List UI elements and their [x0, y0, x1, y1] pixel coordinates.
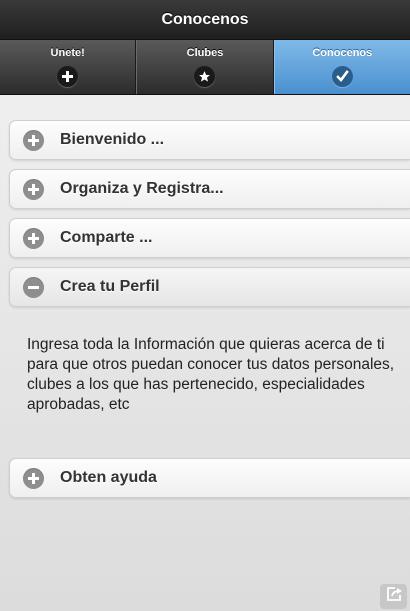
tab-label: Conocenos — [312, 47, 373, 59]
tab-bar: Unete! Clubes Conocenos — [0, 40, 410, 95]
app-header: Conocenos — [0, 0, 410, 40]
share-icon — [385, 586, 403, 607]
collapsible-title: Obten ayuda — [60, 469, 157, 486]
minus-icon — [23, 276, 44, 298]
collapsible-obten-ayuda[interactable]: Obten ayuda — [9, 458, 410, 498]
page-title: Conocenos — [161, 10, 249, 28]
collapsible-body-text: Ingresa toda la Información que quieras … — [27, 336, 395, 413]
plus-icon — [23, 178, 44, 200]
collapsible-title: Organiza y Registra... — [60, 180, 224, 197]
plus-icon — [57, 66, 79, 87]
share-button[interactable] — [380, 584, 407, 609]
collapsible-title: Comparte ... — [60, 229, 153, 246]
collapsible-set: Bienvenido ... Organiza y Registra... Co… — [0, 95, 410, 498]
tab-label: Unete! — [50, 47, 85, 59]
collapsible-bienvenido[interactable]: Bienvenido ... — [9, 120, 410, 160]
tab-clubes[interactable]: Clubes — [136, 40, 274, 94]
plus-icon — [23, 227, 44, 249]
tab-unete[interactable]: Unete! — [0, 40, 137, 94]
plus-icon — [23, 129, 44, 151]
collapsible-crea-perfil[interactable]: Crea tu Perfil — [9, 267, 410, 307]
collapsible-organiza[interactable]: Organiza y Registra... — [9, 169, 410, 209]
tab-label: Clubes — [186, 47, 224, 59]
check-icon — [331, 66, 353, 87]
collapsible-title: Crea tu Perfil — [60, 278, 160, 295]
collapsible-comparte[interactable]: Comparte ... — [9, 218, 410, 258]
tab-conocenos[interactable]: Conocenos — [273, 40, 410, 94]
collapsible-title: Bienvenido ... — [60, 131, 165, 148]
star-icon — [194, 66, 216, 87]
plus-icon — [23, 467, 44, 489]
collapsible-content: Ingresa toda la Información que quieras … — [9, 307, 410, 458]
